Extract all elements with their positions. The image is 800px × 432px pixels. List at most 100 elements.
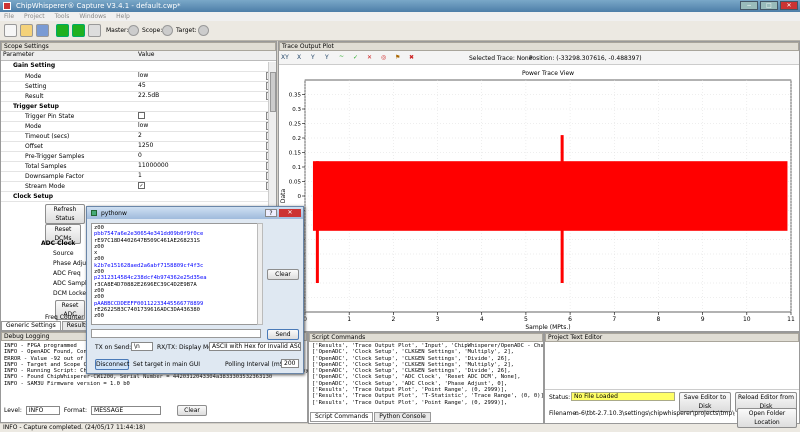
scope-label: Scope: <box>142 27 163 34</box>
debug-clear-button[interactable]: Clear <box>177 405 208 416</box>
scope-connect-icon[interactable] <box>162 25 173 36</box>
menu-bar: File Project Tools Windows Help <box>0 12 800 21</box>
trace-envelope[interactable] <box>312 161 788 231</box>
polling-interval-input[interactable]: 200 <box>281 359 299 368</box>
script-commands-area[interactable]: ['Results', 'Trace Output Plot', 'Input'… <box>309 342 543 412</box>
tree-param-row[interactable]: Total Samples11000000? <box>1 161 276 172</box>
send-input[interactable] <box>91 329 261 338</box>
pythonw-close-icon[interactable]: ✕ <box>279 209 301 217</box>
plot-y-icon[interactable]: Y <box>311 54 315 61</box>
window-titlebar: ChipWhisperer® Capture V3.4.1 - default.… <box>0 0 800 12</box>
console-clear-button[interactable]: Clear <box>267 269 299 280</box>
tab-script-commands[interactable]: Script Commands <box>310 412 374 422</box>
refresh-status-button[interactable]: Refresh Status <box>45 204 85 224</box>
tree-param-row[interactable]: Modelow? <box>1 71 276 82</box>
param-value-text: 2 <box>138 132 142 139</box>
tree-param-value[interactable]: low? <box>136 71 276 82</box>
save-project-icon[interactable] <box>36 24 49 37</box>
plot-y2-icon[interactable]: Y <box>325 54 329 61</box>
tree-param-row[interactable]: Result22.5dB? <box>1 91 276 102</box>
tree-section-row[interactable]: Clock Setup <box>1 191 276 202</box>
tree-param-value[interactable]: low? <box>136 121 276 132</box>
adc-clock-section: ADC Clock <box>41 240 76 247</box>
log-line: INFO - SAM3U Firmware version = 1.0 b0 <box>4 380 130 387</box>
capture-one-icon[interactable] <box>56 24 69 37</box>
minimize-button[interactable]: − <box>740 1 758 10</box>
power-trace-chart[interactable]: Power Trace View 0 1 2 3 4 5 6 7 8 9 10 11 0.35 0.3 0.2… <box>279 66 799 332</box>
tree-param-label: Offset <box>1 141 136 152</box>
tree-param-value[interactable]: 0? <box>136 151 276 162</box>
help-icon[interactable]: ? <box>265 209 277 217</box>
menu-windows[interactable]: Windows <box>79 12 106 21</box>
tab-generic-settings[interactable]: Generic Settings <box>1 321 61 331</box>
tree-param-value[interactable]: 22.5dB? <box>136 91 276 102</box>
trace-output-header: Trace Output Plot <box>279 42 799 51</box>
tree-param-label: Total Samples <box>1 161 136 172</box>
maximize-button[interactable]: □ <box>760 1 778 10</box>
plot-cross-icon[interactable]: ✕ <box>367 54 372 61</box>
tree-param-value[interactable]: 2? <box>136 131 276 142</box>
project-editor-text[interactable] <box>545 342 799 390</box>
plot-clear-icon[interactable]: ✖ <box>409 54 414 61</box>
plot-xy-icon[interactable]: XY <box>281 54 289 61</box>
open-folder-button[interactable]: Open Folder Location <box>737 408 797 428</box>
open-project-icon[interactable] <box>20 24 33 37</box>
target-connect-icon[interactable] <box>198 25 209 36</box>
plot-flag-icon[interactable]: ⚑ <box>395 54 400 61</box>
tree-section-row[interactable]: Trigger Setup <box>1 101 276 112</box>
tree-param-row[interactable]: Downsample Factor1? <box>1 171 276 182</box>
x-tick-label: 10 <box>743 316 751 323</box>
master-connect-icon[interactable] <box>128 25 139 36</box>
tree-param-label: Downsample Factor <box>1 171 136 182</box>
send-button[interactable]: Send <box>267 329 299 340</box>
tx-on-send-select[interactable]: \n <box>131 342 153 351</box>
tree-param-row[interactable]: Offset1250? <box>1 141 276 152</box>
plot-wave-icon[interactable]: ~ <box>339 53 344 60</box>
param-value-text: 1 <box>138 172 142 179</box>
trace-spike[interactable] <box>560 135 564 283</box>
capture-many-icon[interactable] <box>72 24 85 37</box>
plot-check-icon[interactable]: ✓ <box>353 54 358 61</box>
menu-tools[interactable]: Tools <box>55 12 70 21</box>
log-line: INFO - Found ChipWhisperer-CW1200, Seria… <box>4 374 273 381</box>
serial-console-output[interactable]: z00 pbb7547a6e2e30654e341dd09b0f9f0ce rE97… <box>91 223 261 325</box>
save-editor-button[interactable]: Save Editor to Disk <box>679 392 731 412</box>
close-button[interactable]: ✕ <box>780 1 798 10</box>
tree-param-value[interactable]: 11000000? <box>136 161 276 172</box>
script-commands-header: Script Commands <box>309 333 543 342</box>
menu-project[interactable]: Project <box>24 12 45 21</box>
tab-python-console[interactable]: Python Console <box>374 412 431 422</box>
tree-param-row[interactable]: Stream Mode✓? <box>1 181 276 192</box>
display-mode-select[interactable]: ASCII with Hex for Invalid ASCII <box>209 342 301 351</box>
menu-file[interactable]: File <box>4 12 14 21</box>
x-tick-label: 6 <box>568 316 572 323</box>
tree-param-row[interactable]: Trigger Pin State? <box>1 111 276 122</box>
tree-param-value[interactable]: ✓? <box>136 181 276 192</box>
tree-param-row[interactable]: Setting45? <box>1 81 276 92</box>
tree-param-row[interactable]: Pre-Trigger Samples0? <box>1 151 276 162</box>
tree-param-row[interactable]: Timeout (secs)2? <box>1 131 276 142</box>
tree-param-value[interactable]: 45? <box>136 81 276 92</box>
disconnect-button[interactable]: Disconnect <box>95 359 129 370</box>
console-scrollbar[interactable] <box>257 223 263 325</box>
plot-x-icon[interactable]: X <box>297 54 301 61</box>
param-value-text: 11000000 <box>138 162 169 169</box>
menu-help[interactable]: Help <box>116 12 130 21</box>
trace-spike[interactable] <box>315 161 319 283</box>
new-project-icon[interactable] <box>4 24 17 37</box>
scrollbar-thumb[interactable] <box>270 72 276 112</box>
tree-param-value[interactable]: ? <box>136 111 276 122</box>
x-axis-label: Sample (MPts.) <box>525 324 570 331</box>
window-controls: − □ ✕ <box>740 1 798 10</box>
tree-section-row[interactable]: Gain Setting <box>1 61 276 72</box>
plot-target-icon[interactable]: ◎ <box>381 54 386 61</box>
format-select[interactable]: MESSAGE <box>91 406 162 415</box>
level-select[interactable]: INFO <box>25 406 60 415</box>
tree-param-value[interactable]: 1? <box>136 171 276 182</box>
settings-icon[interactable] <box>88 24 101 37</box>
tree-param-value[interactable]: 1250? <box>136 141 276 152</box>
param-checkbox[interactable] <box>138 111 145 119</box>
y-tick-label: 0.1 <box>292 165 301 171</box>
param-checkbox[interactable]: ✓ <box>138 182 145 189</box>
tree-param-row[interactable]: Modelow? <box>1 121 276 132</box>
